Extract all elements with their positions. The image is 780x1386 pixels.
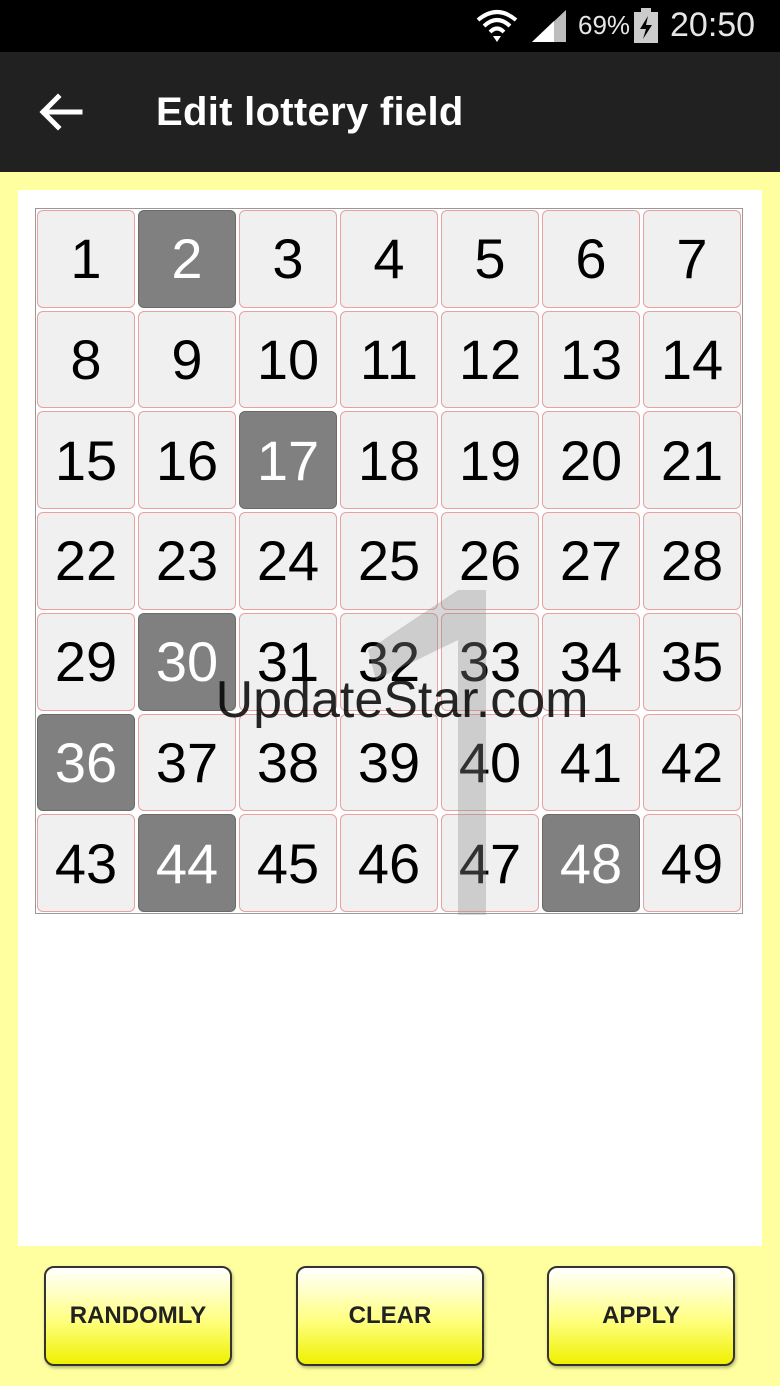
lottery-number-cell[interactable]: 4 [340,210,438,308]
lottery-number-cell[interactable]: 30 [138,612,236,711]
lottery-number-cell[interactable]: 16 [138,411,236,510]
lottery-number-cell[interactable]: 18 [340,411,438,510]
randomly-button[interactable]: RANDOMLY [44,1266,232,1366]
lottery-number-cell[interactable]: 11 [340,310,438,409]
lottery-number-cell[interactable]: 37 [138,713,236,812]
lottery-number-cell[interactable]: 21 [643,411,741,510]
lottery-field-panel: 1 2 3 4 5 6 7 8 9 10 11 12 13 14 15 16 17 18 19 20 21 22 23 24 2… [18,190,762,1246]
lottery-number-cell[interactable]: 40 [441,713,539,812]
lottery-number-cell[interactable]: 43 [37,814,135,912]
lottery-number-cell[interactable]: 42 [643,713,741,812]
lottery-number-cell[interactable]: 15 [37,411,135,510]
apply-button[interactable]: APPLY [547,1266,735,1366]
lottery-number-cell[interactable]: 48 [542,814,640,912]
lottery-number-cell[interactable]: 49 [643,814,741,912]
lottery-number-cell[interactable]: 24 [239,512,337,610]
lottery-number-cell[interactable]: 28 [643,512,741,610]
status-bar: 69% 20:50 [0,0,780,52]
lottery-number-cell[interactable]: 10 [239,310,337,409]
lottery-number-grid: 1 2 3 4 5 6 7 8 9 10 11 12 13 14 15 16 17 18 19 20 21 22 23 24 2… [35,208,743,914]
lottery-number-cell[interactable]: 6 [542,210,640,308]
lottery-number-cell[interactable]: 2 [138,210,236,308]
lottery-number-cell[interactable]: 34 [542,612,640,711]
lottery-number-cell[interactable]: 44 [138,814,236,912]
lottery-number-cell[interactable]: 22 [37,512,135,610]
signal-icon [532,10,566,42]
lottery-number-cell[interactable]: 19 [441,411,539,510]
lottery-number-cell[interactable]: 8 [37,310,135,409]
clock: 20:50 [670,6,756,44]
page-title: Edit lottery field [156,90,464,134]
lottery-number-cell[interactable]: 23 [138,512,236,610]
lottery-number-cell[interactable]: 36 [37,713,135,812]
lottery-number-cell[interactable]: 39 [340,713,438,812]
app-bar: Edit lottery field [0,52,780,172]
lottery-number-cell[interactable]: 5 [441,210,539,308]
lottery-number-cell[interactable]: 35 [643,612,741,711]
lottery-number-cell[interactable]: 31 [239,612,337,711]
lottery-number-cell[interactable]: 26 [441,512,539,610]
lottery-number-cell[interactable]: 46 [340,814,438,912]
battery-percent: 69% [578,10,631,40]
arrow-left-icon[interactable] [36,92,84,132]
lottery-number-cell[interactable]: 38 [239,713,337,812]
lottery-number-cell[interactable]: 33 [441,612,539,711]
lottery-number-cell[interactable]: 45 [239,814,337,912]
lottery-number-cell[interactable]: 20 [542,411,640,510]
lottery-number-cell[interactable]: 12 [441,310,539,409]
lottery-number-cell[interactable]: 3 [239,210,337,308]
clear-button[interactable]: CLEAR [296,1266,484,1366]
lottery-number-cell[interactable]: 25 [340,512,438,610]
lottery-number-cell[interactable]: 13 [542,310,640,409]
lottery-number-cell[interactable]: 41 [542,713,640,812]
lottery-number-cell[interactable]: 27 [542,512,640,610]
lottery-number-cell[interactable]: 9 [138,310,236,409]
lottery-number-cell[interactable]: 29 [37,612,135,711]
lottery-number-cell[interactable]: 7 [643,210,741,308]
battery-charging-icon [634,8,658,43]
lottery-number-cell[interactable]: 47 [441,814,539,912]
lottery-number-cell[interactable]: 14 [643,310,741,409]
lottery-number-cell[interactable]: 32 [340,612,438,711]
lottery-number-cell[interactable]: 17 [239,411,337,510]
lottery-number-cell[interactable]: 1 [37,210,135,308]
wifi-icon [476,10,518,42]
